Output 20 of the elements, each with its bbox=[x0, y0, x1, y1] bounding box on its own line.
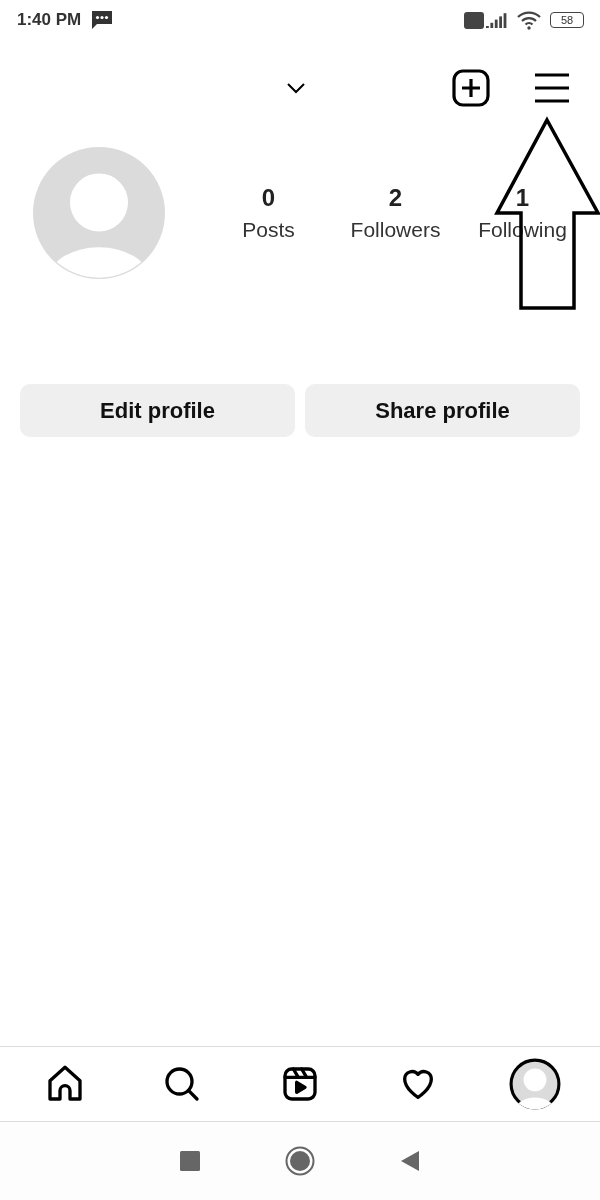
battery-level: 58 bbox=[550, 12, 584, 28]
status-time: 1:40 PM bbox=[17, 10, 82, 30]
video-icon[interactable] bbox=[280, 1064, 320, 1104]
stat-label[interactable]: Posts bbox=[242, 217, 295, 242]
profile-button[interactable]: Edit profile bbox=[20, 384, 295, 437]
profile-button[interactable]: Share profile bbox=[305, 384, 580, 437]
menu-icon[interactable] bbox=[534, 71, 570, 104]
signal-icon bbox=[486, 12, 508, 28]
stat-count: 2 bbox=[388, 183, 403, 212]
home-circle-icon[interactable] bbox=[285, 1146, 315, 1176]
chevron-down-icon[interactable] bbox=[286, 81, 306, 94]
avatar-icon bbox=[33, 146, 165, 279]
stat-label[interactable]: Followers bbox=[350, 217, 441, 242]
add-icon[interactable] bbox=[452, 68, 490, 107]
stat-count: 1 bbox=[515, 183, 530, 212]
stat-count: 0 bbox=[261, 183, 276, 212]
message-icon bbox=[91, 10, 114, 30]
volte-icon bbox=[464, 11, 484, 29]
wifi-icon bbox=[516, 10, 542, 30]
back-icon[interactable] bbox=[400, 1150, 420, 1172]
